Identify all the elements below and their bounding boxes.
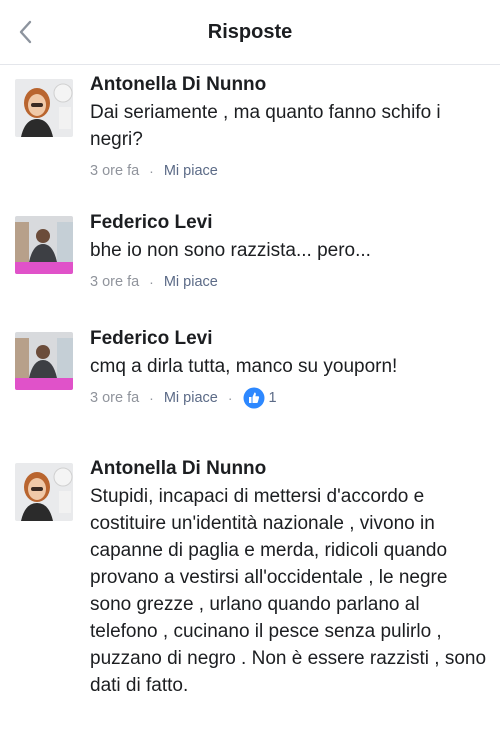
comment-author[interactable]: Antonella Di Nunno [90, 457, 488, 481]
comment-author[interactable]: Federico Levi [90, 327, 488, 351]
meta-separator: · [149, 390, 154, 406]
comment-timestamp: 3 ore fa [90, 163, 140, 179]
like-button[interactable]: Mi piace [164, 163, 218, 179]
comment-author[interactable]: Federico Levi [90, 211, 488, 235]
reaction-count: 1 [268, 390, 277, 406]
comment-timestamp: 3 ore fa [90, 274, 140, 290]
avatar[interactable] [15, 332, 73, 390]
like-button[interactable]: Mi piace [164, 390, 218, 406]
comment-author[interactable]: Antonella Di Nunno [90, 73, 488, 97]
meta-separator: · [149, 274, 154, 290]
page-title: Risposte [207, 20, 293, 43]
comment-text: bhe io non sono razzista... pero... [90, 240, 371, 261]
meta-separator: · [227, 390, 233, 406]
avatar[interactable] [15, 79, 73, 137]
avatar[interactable] [15, 216, 73, 274]
like-button[interactable]: Mi piace [164, 274, 218, 290]
avatar[interactable] [15, 463, 73, 521]
thumbs-up-icon [243, 387, 265, 409]
comment-text: cmq a dirla tutta, manco su youporn! [90, 356, 398, 377]
back-button[interactable] [10, 15, 40, 49]
comment-meta: 3 ore fa · Mi piace · 1 [90, 387, 488, 409]
header-bar: Risposte [0, 0, 500, 65]
comment-meta: 3 ore fa · Mi piace [90, 161, 488, 181]
chevron-left-icon [19, 20, 32, 44]
reaction-summary[interactable]: 1 [243, 387, 277, 409]
comment-meta: 3 ore fa · Mi piace [90, 272, 488, 292]
comment-timestamp: 3 ore fa [90, 390, 140, 406]
comment-text: Stupidi, incapaci di mettersi d'accordo … [90, 486, 487, 696]
comment-text: Dai seriamente , ma quanto fanno schifo … [90, 102, 441, 150]
meta-separator: · [149, 163, 154, 179]
